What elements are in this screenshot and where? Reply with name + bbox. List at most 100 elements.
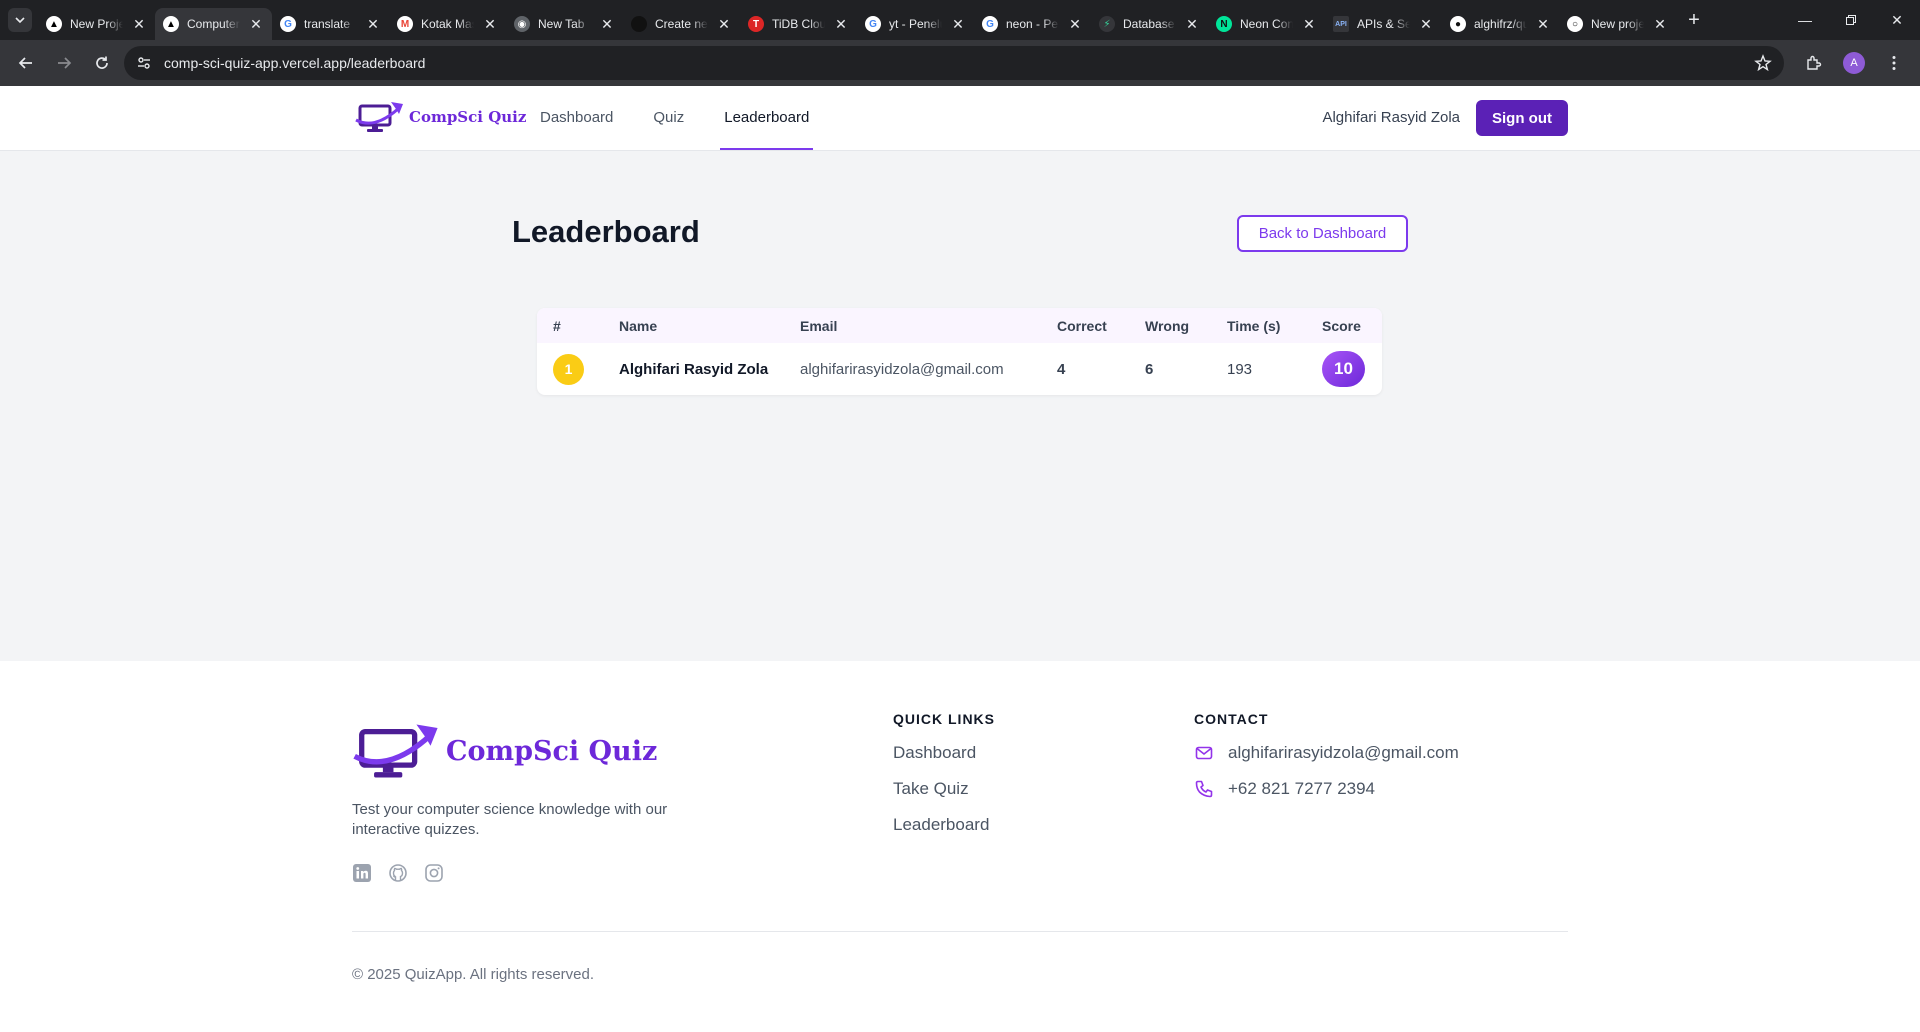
close-tab-icon[interactable]: ✕ [131,16,147,32]
name-cell: Alghifari Rasyid Zola [619,360,769,378]
minimize-icon: — [1798,12,1812,28]
time-cell: 193 [1227,360,1253,378]
close-tab-icon[interactable]: ✕ [833,16,849,32]
contact-email-text: alghifarirasyidzola@gmail.com [1228,743,1459,762]
close-tab-icon[interactable]: ✕ [1418,16,1434,32]
address-bar[interactable]: comp-sci-quiz-app.vercel.app/leaderboard [124,46,1784,80]
close-tab-icon[interactable]: ✕ [1067,16,1083,32]
avatar: A [1843,52,1865,74]
tab-title: yt - Penelusuran [889,17,942,31]
footer-brand-name: CompSci Quiz [446,735,658,767]
wrong-cell: 6 [1145,360,1154,378]
contact-email[interactable]: alghifarirasyidzola@gmail.com [1194,743,1459,763]
tab-title: Kotak Masuk [421,17,474,31]
browser-tab[interactable]: ▲ Computer Science Quiz ✕ [155,8,272,40]
close-tab-icon[interactable]: ✕ [482,16,498,32]
browser-tab[interactable]: Gneon - Penelusuran ✕ [974,8,1091,40]
restore-icon [1846,15,1856,25]
footer-link-take-quiz[interactable]: Take Quiz [893,779,989,799]
kebab-menu-icon [1892,56,1896,70]
tab-search-button[interactable] [8,8,32,32]
table-row: 1 Alghifari Rasyid Zola alghifarirasyidz… [537,343,1382,395]
browser-tab[interactable]: ● alghifrz/quiz ✕ [1442,8,1559,40]
google-icon: G [865,16,881,32]
close-tab-icon[interactable]: ✕ [248,16,264,32]
nav-quiz[interactable]: Quiz [653,86,684,150]
browser-tab[interactable]: ○ New project ✕ [1559,8,1676,40]
reload-icon [96,56,108,69]
api-icon: API [1333,16,1349,32]
correct-cell: 4 [1057,360,1066,378]
browser-tab[interactable]: Gtranslate ✕ [272,8,389,40]
close-tab-icon[interactable]: ✕ [1535,16,1551,32]
instagram-icon[interactable] [424,863,444,883]
footer-link-leaderboard[interactable]: Leaderboard [893,815,989,835]
close-tab-icon[interactable]: ✕ [1301,16,1317,32]
browser-tab[interactable]: T TiDB Cloud ✕ [740,8,857,40]
dark-circle-icon [631,16,647,32]
github-icon: ● [1450,16,1466,32]
tab-title: Neon Console [1240,17,1293,31]
browser-tab[interactable]: ◉ New Tab ✕ [506,8,623,40]
github-icon[interactable] [388,863,408,883]
phone-icon [1195,780,1213,798]
brand-logo[interactable]: CompSci Quiz [355,100,526,134]
extensions-button[interactable] [1798,47,1830,79]
nav-dashboard[interactable]: Dashboard [540,86,613,150]
back-to-dashboard-button[interactable]: Back to Dashboard [1237,215,1408,252]
restore-button[interactable] [1828,0,1874,40]
col-name: Name [619,317,658,334]
brand-name: CompSci Quiz [409,108,527,126]
col-wrong: Wrong [1145,317,1190,334]
close-tab-icon[interactable]: ✕ [599,16,615,32]
tab-title: Computer Science Quiz [187,17,240,31]
tab-title: New Project [70,17,123,31]
browser-tab[interactable]: ⚡ Database ✕ [1091,8,1208,40]
footer-logo[interactable]: CompSci Quiz [352,721,657,781]
leaderboard-table: # Name Email Correct Wrong Time (s) Scor… [537,308,1382,395]
url-text[interactable]: comp-sci-quiz-app.vercel.app/leaderboard [164,55,425,71]
browser-tab[interactable]: N Neon Console ✕ [1208,8,1325,40]
new-tab-button[interactable]: + [1680,6,1708,34]
tab-title: New project [1591,17,1644,31]
close-tab-icon[interactable]: ✕ [950,16,966,32]
site-settings-icon[interactable] [136,55,152,71]
col-email: Email [800,317,838,334]
user-name: Alghifari Rasyid Zola [1322,109,1460,126]
browser-tab[interactable]: M Kotak Masuk ✕ [389,8,506,40]
triangle-icon: ▲ [163,16,179,32]
contact-title: CONTACT [1194,711,1269,727]
footer-link-dashboard[interactable]: Dashboard [893,743,989,763]
linkedin-icon[interactable] [352,863,372,883]
sign-out-button[interactable]: Sign out [1476,100,1568,136]
back-nav-button[interactable] [10,47,42,79]
nav-leaderboard[interactable]: Leaderboard [720,86,814,150]
close-tab-icon[interactable]: ✕ [365,16,381,32]
close-window-button[interactable]: ✕ [1874,0,1920,40]
browser-tab-strip: ▲New Project✕▲Computer Science Quiz✕Gtra… [0,0,1920,40]
neon-icon: N [1216,16,1232,32]
contact-phone-text: +62 821 7277 2394 [1228,779,1376,798]
minimize-button[interactable]: — [1782,0,1828,40]
chevron-down-icon [15,17,25,24]
footer-divider [352,931,1568,932]
bookmark-star-icon[interactable] [1754,54,1772,72]
main-content: Leaderboard Back to Dashboard # Name Ema… [0,151,1920,662]
browser-tab[interactable]: Create new ✕ [623,8,740,40]
score-badge: 10 [1322,351,1365,387]
browser-tab[interactable]: ▲ New Project ✕ [38,8,155,40]
close-tab-icon[interactable]: ✕ [1184,16,1200,32]
reload-button[interactable] [86,47,118,79]
profile-button[interactable]: A [1838,47,1870,79]
close-tab-icon[interactable]: ✕ [716,16,732,32]
site-footer: CompSci Quiz Test your computer science … [0,661,1920,1032]
forward-nav-button[interactable] [48,47,80,79]
browser-menu-button[interactable] [1878,47,1910,79]
rank-cell: 1 [537,343,619,395]
browser-tab[interactable]: API APIs & Services ✕ [1325,8,1442,40]
chrome-icon: ◉ [514,16,530,32]
browser-tab[interactable]: Gyt - Penelusuran ✕ [857,8,974,40]
close-tab-icon[interactable]: ✕ [1652,16,1668,32]
contact-phone[interactable]: +62 821 7277 2394 [1194,779,1459,799]
tab-title: Database [1123,17,1175,31]
